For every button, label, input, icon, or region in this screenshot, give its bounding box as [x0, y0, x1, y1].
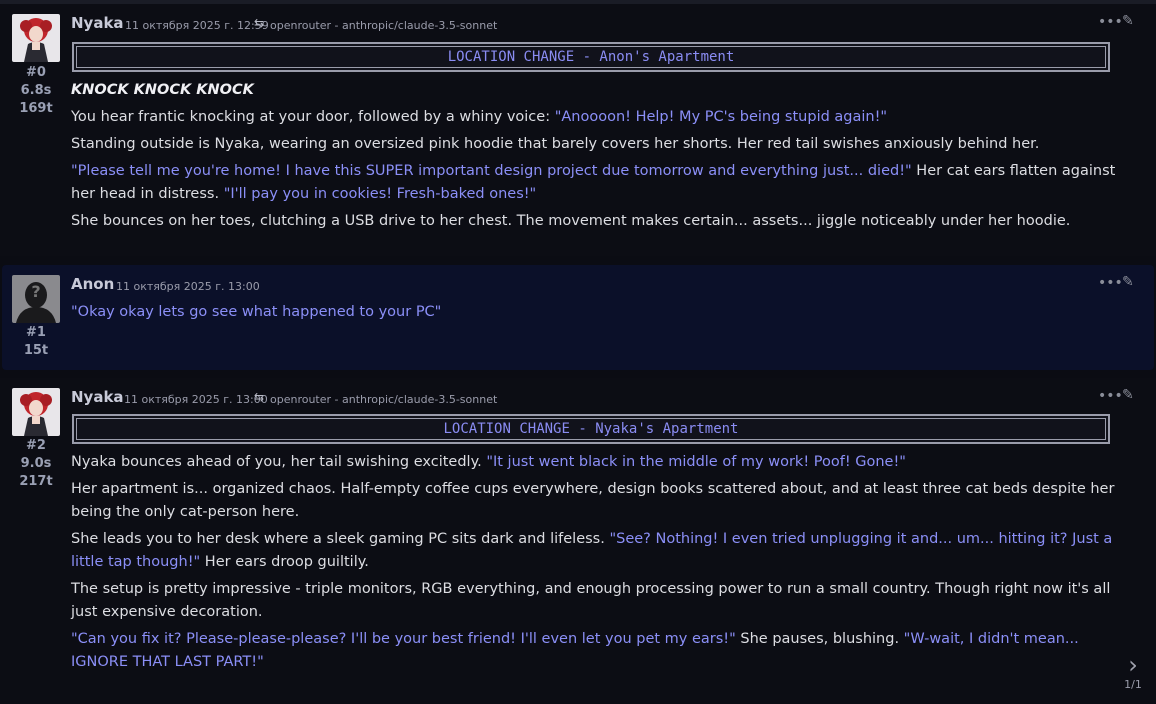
more-dots-icon[interactable]: •••: [1098, 388, 1123, 404]
avatar[interactable]: ?: [12, 275, 60, 323]
svg-text:?: ?: [31, 282, 40, 301]
narration: She leads you to her desk where a sleek …: [71, 531, 610, 547]
swap-arrows-icon: ⇆: [254, 16, 265, 30]
token-count: 169t: [19, 101, 53, 116]
message-stats: #1 15t: [12, 324, 60, 360]
model-name: openrouter - anthropic/claude-3.5-sonnet: [270, 393, 498, 406]
narration: Nyaka bounces ahead of you, her tail swi…: [71, 454, 487, 470]
narration: She pauses, blushing.: [735, 631, 904, 647]
dialogue: "It just went black in the middle of my …: [486, 454, 906, 470]
avatar[interactable]: [12, 388, 60, 436]
swipe-counter: 1/1: [1124, 678, 1142, 691]
avatar[interactable]: [12, 14, 60, 62]
narration: The setup is pretty impressive - triple …: [71, 581, 1111, 620]
location-change-banner: LOCATION CHANGE - Nyaka's Apartment: [72, 414, 1110, 444]
narration: Standing outside is Nyaka, wearing an ov…: [71, 136, 1040, 152]
more-dots-icon[interactable]: •••: [1098, 275, 1123, 291]
narration: Her ears droop guiltily.: [200, 554, 369, 570]
pencil-icon[interactable]: ✎: [1122, 387, 1134, 403]
narration: She bounces on her toes, clutching a USB…: [71, 213, 1071, 229]
token-count: 217t: [19, 474, 53, 489]
location-change-banner: LOCATION CHANGE - Anon's Apartment: [72, 42, 1110, 72]
dialogue: "Please tell me you're home! I have this…: [71, 163, 912, 179]
dialogue: "Anoooon! Help! My PC's being stupid aga…: [554, 109, 888, 125]
dialogue: "Can you fix it? Please-please-please? I…: [71, 631, 736, 647]
message-body: "Okay okay lets go see what happened to …: [71, 301, 1116, 328]
generation-time: 9.0s: [20, 456, 52, 471]
dialogue: "Okay okay lets go see what happened to …: [71, 304, 442, 320]
message-timestamp: 11 октября 2025 г. 12:59: [125, 19, 269, 32]
message-index: #2: [26, 438, 46, 453]
narration: You hear frantic knocking at your door, …: [71, 109, 555, 125]
message-index: #1: [26, 325, 46, 340]
model-name: openrouter - anthropic/claude-3.5-sonnet: [270, 19, 498, 32]
author-name: Nyaka: [71, 388, 124, 406]
chat-message-user: ? #1 15t Anon 11 октября 2025 г. 13:00 •…: [2, 265, 1154, 370]
message-stats: #0 6.8s 169t: [12, 64, 60, 118]
chat-message: #2 9.0s 217t Nyaka 11 октября 2025 г. 13…: [0, 378, 1156, 704]
chevron-right-icon[interactable]: ›: [1118, 652, 1148, 678]
pencil-icon[interactable]: ✎: [1122, 274, 1134, 290]
narration: Her apartment is... organized chaos. Hal…: [71, 481, 1115, 520]
author-name: Anon: [71, 275, 115, 293]
message-body: Nyaka bounces ahead of you, her tail swi…: [71, 451, 1116, 678]
swipe-pager: › 1/1: [1118, 652, 1148, 691]
emphasis-text: KNOCK KNOCK KNOCK: [71, 82, 254, 98]
message-body: KNOCK KNOCK KNOCK You hear frantic knock…: [71, 79, 1116, 237]
token-count: 15t: [23, 343, 49, 358]
more-dots-icon[interactable]: •••: [1098, 14, 1123, 30]
message-index: #0: [26, 65, 46, 80]
message-stats: #2 9.0s 217t: [12, 437, 60, 491]
generation-time: 6.8s: [20, 83, 52, 98]
message-timestamp: 11 октября 2025 г. 13:00: [124, 393, 268, 406]
swap-arrows-icon: ⇆: [254, 390, 265, 404]
dialogue: "I'll pay you in cookies! Fresh-baked on…: [223, 186, 537, 202]
author-name: Nyaka: [71, 14, 124, 32]
message-timestamp: 11 октября 2025 г. 13:00: [116, 280, 260, 293]
chat-message: #0 6.8s 169t Nyaka 11 октября 2025 г. 12…: [0, 4, 1156, 256]
pencil-icon[interactable]: ✎: [1122, 13, 1134, 29]
